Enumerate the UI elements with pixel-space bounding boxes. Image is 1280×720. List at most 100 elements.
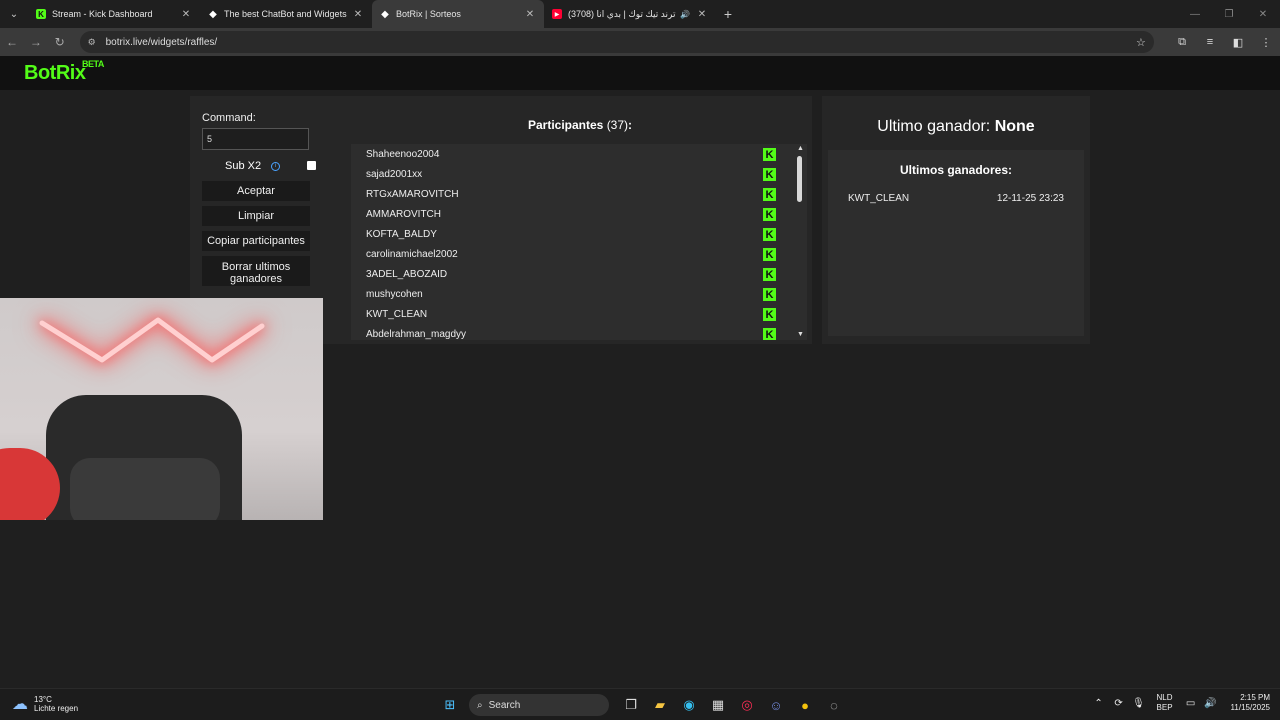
forward-icon[interactable]: → (24, 30, 48, 54)
site-info-icon[interactable]: ⚙ (88, 37, 100, 48)
bookmark-star-icon[interactable]: ☆ (1136, 36, 1154, 49)
participants-title: Participantes (37): (350, 118, 810, 132)
display-icon[interactable]: ▭ (1181, 698, 1201, 709)
accept-button[interactable]: Aceptar (202, 181, 310, 201)
tab-title: BotRix | Sorteos (396, 9, 461, 19)
participant-name: KOFTA_BALDY (366, 228, 437, 240)
input-language[interactable]: NLD BEP (1157, 693, 1173, 713)
sync-icon[interactable]: ⟳ (1109, 698, 1129, 709)
sub-x2-label: Sub X2 (225, 160, 262, 172)
tab-botrix-chatbot[interactable]: ◆ The best ChatBot and Widgets ✕ (200, 0, 372, 28)
task-view-icon[interactable]: ❐ (619, 693, 643, 717)
restore-icon[interactable]: ❐ (1212, 0, 1246, 28)
obs-icon[interactable]: ◌ (822, 693, 846, 717)
list-item: KWT_CLEAN K (351, 304, 807, 324)
new-tab-button[interactable]: + (716, 6, 740, 22)
last-winner-value: None (994, 118, 1035, 135)
list-scrollbar[interactable]: ▲ ▼ (794, 144, 807, 340)
system-tray: ⌃ ⟳ 🎙 NLD BEP ▭ 🔊 2:15 PM 11/15/2025 (1089, 693, 1270, 713)
kick-icon: K (763, 268, 776, 281)
chevron-up-icon[interactable]: ⌃ (1089, 698, 1109, 709)
kick-icon: K (763, 308, 776, 321)
store-icon[interactable]: ▦ (706, 693, 730, 717)
kick-icon: K (763, 228, 776, 241)
participants-list[interactable]: Shaheenoo2004 K sajad2001xx K RTGxAMAROVIT… (351, 144, 807, 340)
sub-x2-row: Sub X2 i (202, 156, 322, 176)
menu-icon[interactable]: ⋮ (1252, 36, 1280, 49)
tab-title: Stream - Kick Dashboard (52, 9, 153, 19)
scroll-down-icon[interactable]: ▼ (797, 331, 804, 338)
command-input[interactable]: 5 (202, 128, 309, 150)
opera-gx-icon[interactable]: ◎ (735, 693, 759, 717)
sub-x2-checkbox[interactable] (307, 161, 316, 170)
lang-bottom: BEP (1156, 703, 1173, 712)
tab-youtube[interactable]: ▶ (3708) ترند تيك توك | بدي انا 🔊 ✕ (544, 0, 716, 28)
tab-strip: ⌄ K Stream - Kick Dashboard ✕ ◆ The best… (0, 0, 1280, 28)
back-icon[interactable]: ← (0, 30, 24, 54)
search-icon: ⌕ (477, 699, 483, 711)
list-item: AMMAROVITCH K (351, 204, 807, 224)
tab-botrix-sorteos[interactable]: ◆ BotRix | Sorteos ✕ (372, 0, 544, 28)
close-window-icon[interactable]: ✕ (1246, 0, 1280, 28)
clock-time: 2:15 PM (1240, 693, 1270, 702)
profile-icon[interactable]: ◧ (1224, 36, 1252, 49)
info-icon[interactable]: i (271, 161, 281, 171)
media-controls-icon[interactable]: ≡ (1196, 36, 1224, 49)
list-item: RTGxAMAROVITCH K (351, 184, 807, 204)
scrollbar-thumb[interactable] (797, 156, 802, 202)
kick-icon: K (763, 168, 776, 181)
copy-participants-button[interactable]: Copiar participantes (202, 231, 310, 251)
tab-title: The best ChatBot and Widgets (224, 9, 347, 19)
extensions-icon[interactable]: ⧉ (1168, 36, 1196, 49)
close-tab-icon[interactable]: ✕ (352, 9, 364, 20)
edge-icon[interactable]: ◉ (677, 693, 701, 717)
command-label: Command: (202, 112, 256, 124)
taskbar-search[interactable]: ⌕ Search (469, 694, 609, 716)
winner-date: 12-11-25 23:23 (996, 193, 1064, 204)
participants-section: Participantes (37): Shaheenoo2004 K sajad… (350, 96, 810, 344)
participants-colon: : (628, 118, 633, 132)
botrix-logo[interactable]: BotRix BETA (24, 59, 104, 85)
tab-search-button[interactable]: ⌄ (0, 0, 28, 28)
delete-winners-button[interactable]: Borrar ultimos ganadores (202, 256, 310, 286)
chair-seat (70, 458, 220, 520)
clear-button[interactable]: Limpiar (202, 206, 310, 226)
speaker-icon[interactable]: 🔊 (680, 10, 690, 19)
participants-count: (37) (606, 118, 629, 132)
list-item: 3ADEL_ABOZAID K (351, 264, 807, 284)
webcam-overlay (0, 298, 323, 520)
discord-icon[interactable]: ☺ (764, 693, 788, 717)
volume-icon[interactable]: 🔊 (1201, 698, 1221, 709)
file-explorer-icon[interactable]: ▰ (648, 693, 672, 717)
scroll-up-icon[interactable]: ▲ (797, 145, 804, 152)
participant-name: mushycohen (366, 288, 423, 300)
reload-icon[interactable]: ↻ (48, 30, 72, 54)
close-tab-icon[interactable]: ✕ (180, 9, 192, 20)
windows-start-icon[interactable]: ⊞ (438, 693, 462, 717)
list-item: Abdelrahman_magdyy K (351, 324, 807, 340)
raffle-controls: Command: 5 Sub X2 i Aceptar Limpiar Copi… (202, 112, 316, 286)
participant-name: Abdelrahman_magdyy (366, 328, 467, 340)
participant-name: sajad2001xx (366, 168, 423, 180)
kick-icon: K (763, 288, 776, 301)
tab-title: (3708) ترند تيك توك | بدي انا (568, 8, 676, 19)
close-tab-icon[interactable]: ✕ (696, 9, 708, 20)
weather-desc: Lichte regen (34, 704, 79, 713)
kick-icon: K (763, 188, 776, 201)
botrix-icon: ◆ (209, 8, 217, 20)
last-winner-label: Ultimo ganador: (877, 118, 991, 135)
kick-icon: K (763, 148, 776, 161)
minimize-icon[interactable]: — (1178, 0, 1212, 28)
tab-kick-dashboard[interactable]: K Stream - Kick Dashboard ✕ (28, 0, 200, 28)
chrome-icon[interactable]: ● (793, 693, 817, 717)
participant-name: RTGxAMAROVITCH (366, 188, 459, 200)
botrix-icon: ◆ (381, 8, 389, 20)
weather-widget[interactable]: ☁ 13°C Lichte regen (12, 694, 78, 714)
microphone-icon[interactable]: 🎙 (1129, 698, 1149, 709)
list-item: carolinamichael2002 K (351, 244, 807, 264)
close-tab-icon[interactable]: ✕ (524, 9, 536, 20)
list-item: sajad2001xx K (351, 164, 807, 184)
participants-label: Participantes (527, 118, 604, 132)
clock[interactable]: 2:15 PM 11/15/2025 (1231, 693, 1270, 713)
url-bar[interactable]: ⚙ botrix.live/widgets/raffles/ ☆ (79, 31, 1154, 53)
